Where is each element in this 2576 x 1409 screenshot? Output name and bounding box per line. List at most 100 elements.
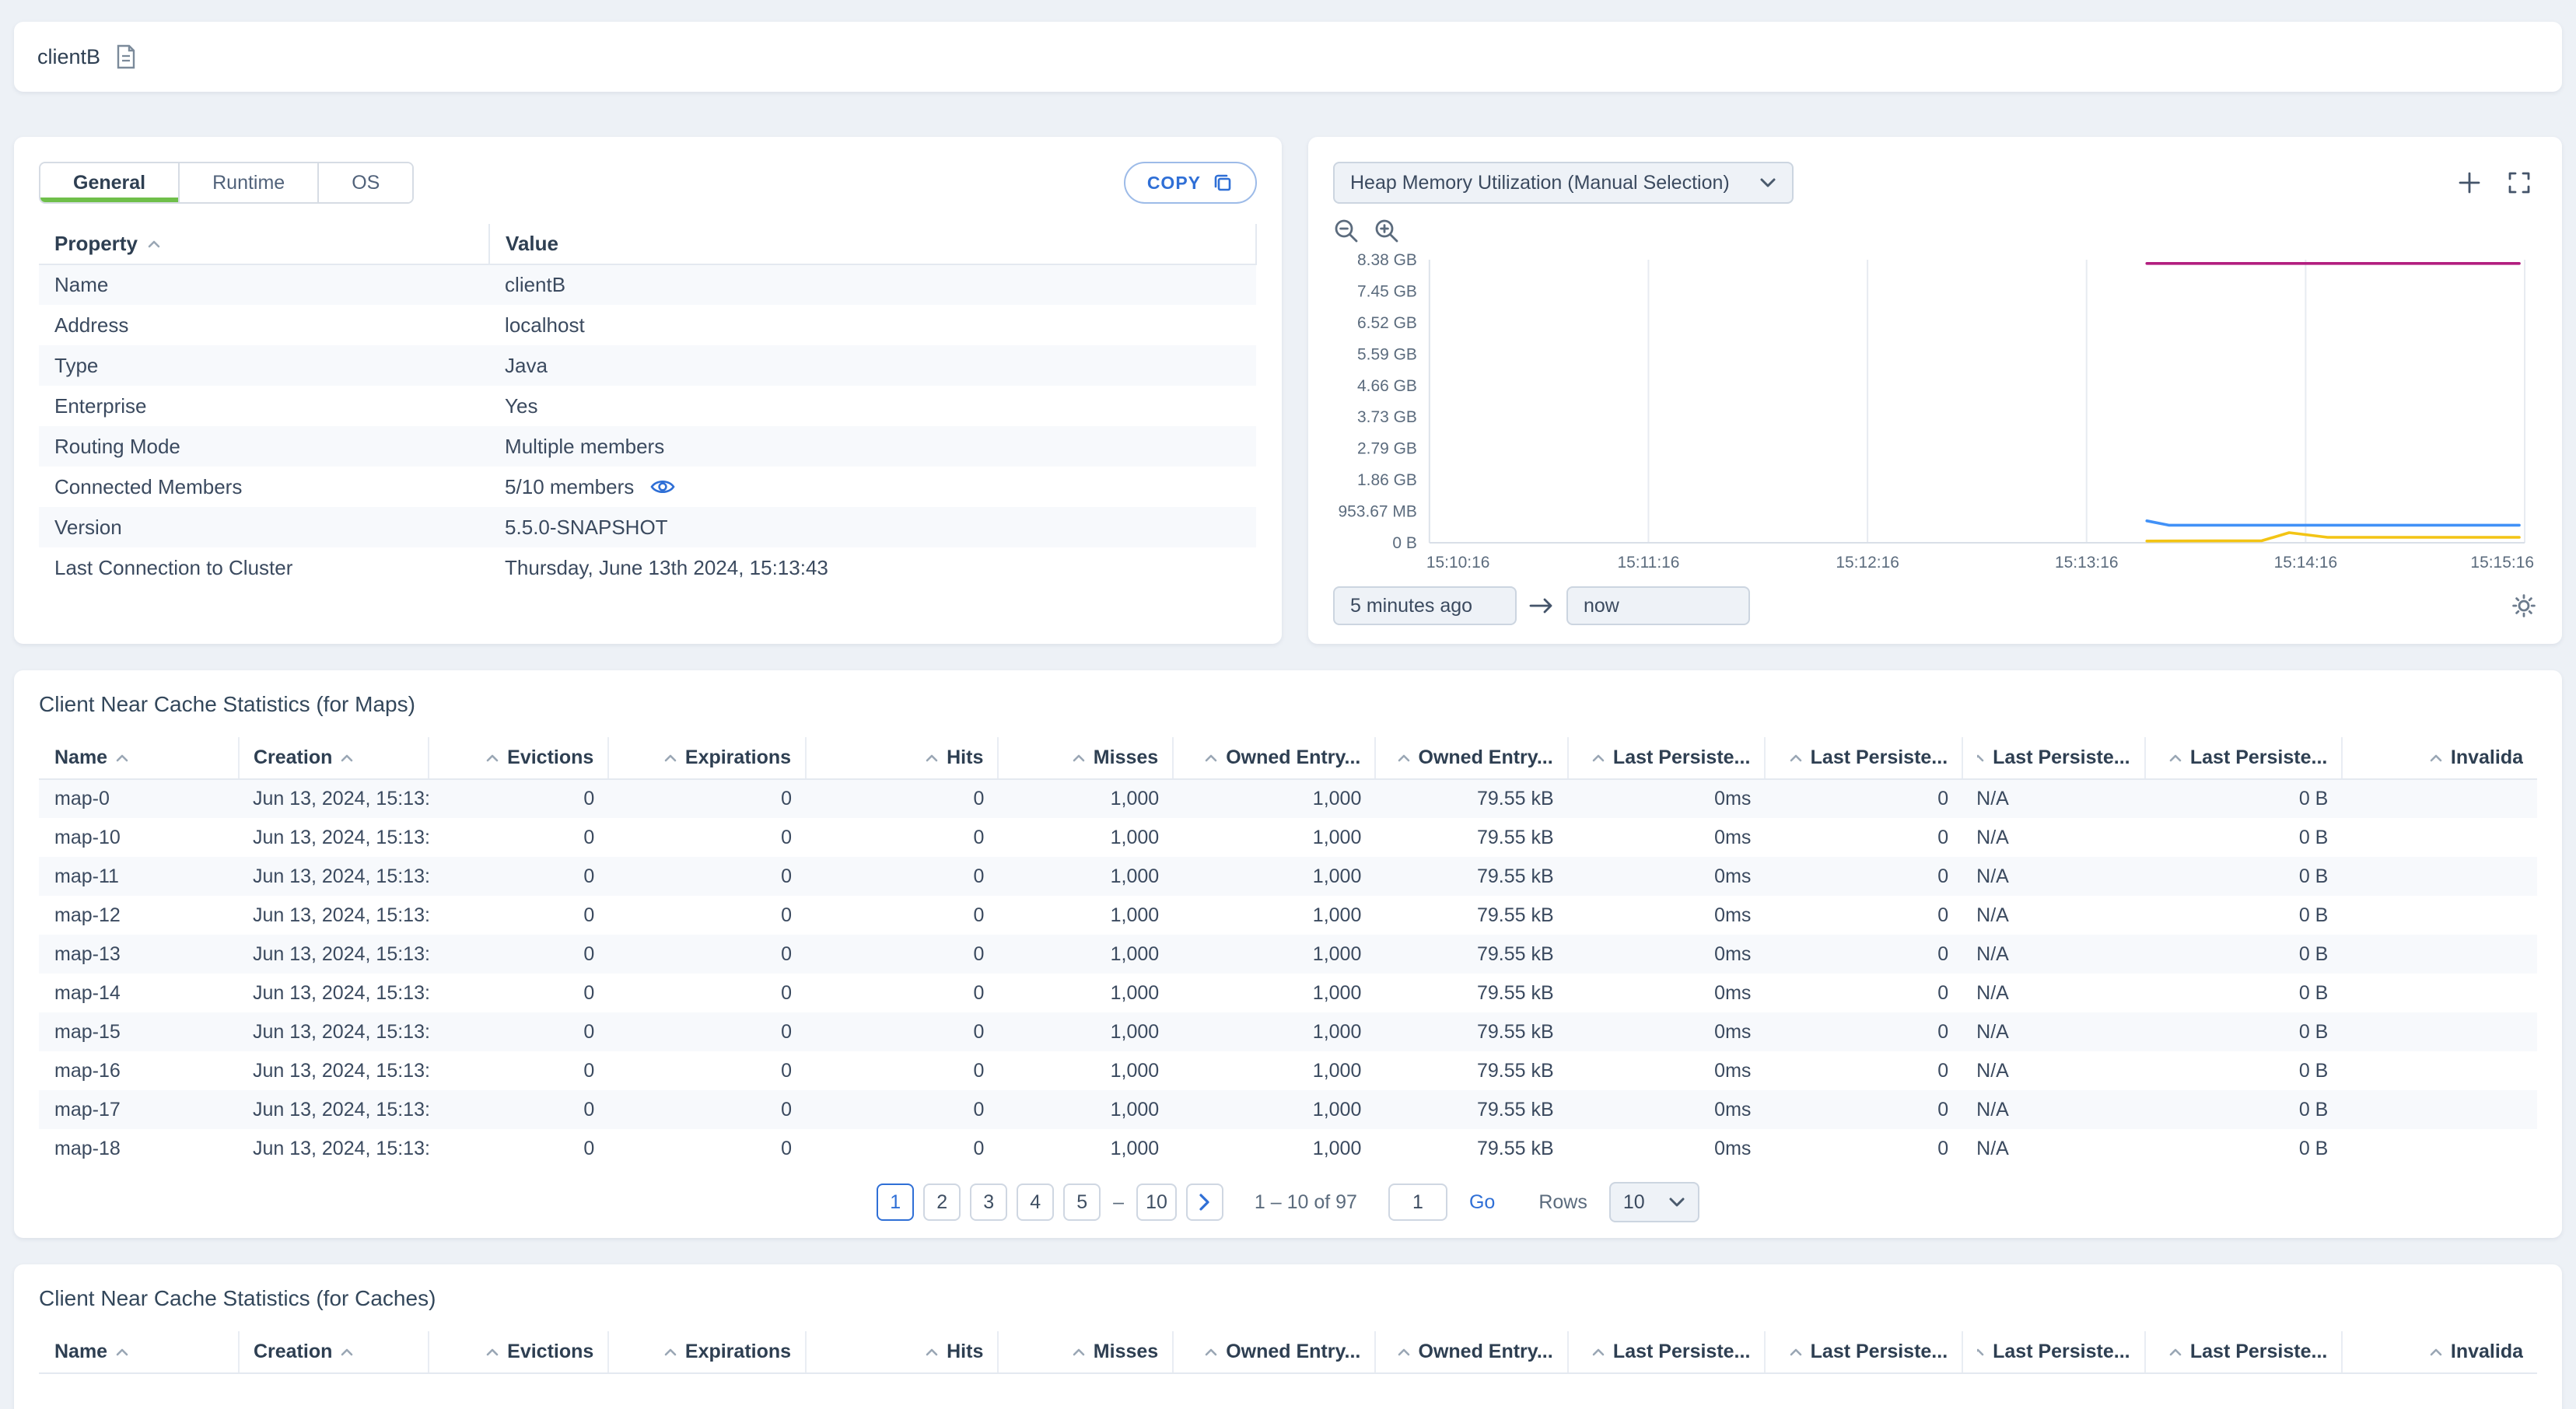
column-header-last-persiste-10[interactable]: Last Persiste... [1962,1331,2145,1374]
page-button-1[interactable]: 1 [877,1183,915,1221]
cell-evictions-2: 0 [583,788,595,809]
column-header-name-0[interactable]: Name [39,737,239,780]
metric-select[interactable]: Heap Memory Utilization (Manual Selectio… [1333,162,1794,204]
cell-owned-entry-7: 79.55 kB [1476,1137,1554,1159]
column-header-owned-entry-6[interactable]: Owned Entry... [1172,1331,1376,1374]
column-header-property[interactable]: Property [39,224,490,265]
property-row: Version 5.5.0-SNAPSHOT [39,507,1256,547]
cell-owned-entry-7: 79.55 kB [1476,1059,1554,1082]
copy-button[interactable]: COPY [1123,162,1257,204]
page-button-4[interactable]: 4 [1017,1183,1055,1221]
chart-panel: Heap Memory Utilization (Manual Selectio… [1308,137,2562,644]
info-panel-toolbar: General Runtime OS COPY [39,162,1257,204]
column-header-evictions-2[interactable]: Evictions [428,737,609,780]
next-page-button[interactable] [1185,1183,1223,1221]
column-header-creation-1[interactable]: Creation [237,737,429,780]
copy-icon [1212,172,1234,194]
fullscreen-icon[interactable] [2508,171,2531,194]
zoom-in-icon[interactable] [1374,218,1400,244]
tab-runtime[interactable]: Runtime [180,163,320,202]
page-button-10[interactable]: 10 [1136,1183,1177,1221]
cell-last-persiste-9: 0 [1937,904,1949,926]
cell-last-persiste-8: 0ms [1714,826,1752,848]
column-header-name-0[interactable]: Name [39,1331,239,1374]
goto-page-input[interactable] [1388,1183,1447,1221]
cell-last-persiste-9: 0 [1937,1059,1949,1082]
column-header-invalida-12[interactable]: Invalida [2341,737,2537,780]
heap-memory-chart[interactable]: 15:10:16 15:11:16 15:12:16 15:13:16 15:14:16… [1333,247,2537,577]
cell-last-persiste-10: N/A [1976,788,2009,809]
cell-last-persiste-9: 0 [1937,981,1949,1004]
page-button-2[interactable]: 2 [923,1183,961,1221]
gear-icon[interactable] [2511,593,2537,619]
tab-general[interactable]: General [40,163,180,202]
table-row: map-14 Jun 13, 2024, 15:13:45 0 0 0 1,000 1,00… [39,974,2537,1012]
cell-misses-5: 1,000 [1110,904,1160,926]
cell-misses-5: 1,000 [1110,1059,1160,1082]
column-header-invalida-12[interactable]: Invalida [2341,1331,2537,1374]
table-row: map-17 Jun 13, 2024, 15:13:45 0 0 0 1,000 1,00… [39,1090,2537,1129]
cell-invalida-12 [2342,1051,2537,1090]
cell-name-0: map-18 [54,1137,121,1159]
column-header-owned-entry-7[interactable]: Owned Entry... [1374,1331,1568,1374]
cell-name-0: map-10 [54,826,121,848]
time-from-input[interactable] [1333,586,1517,625]
cell-misses-5: 1,000 [1110,981,1160,1004]
rows-per-page-select[interactable]: 10 [1608,1182,1699,1222]
caches-stats-table: Name Creation Evictions Expirations Hits Miss… [39,1331,2537,1374]
sort-caret-icon [1789,753,1803,763]
zoom-out-icon[interactable] [1333,218,1360,244]
cell-owned-entry-6: 1,000 [1312,865,1362,887]
sort-caret-icon [147,239,161,249]
maps-section-title: Client Near Cache Statistics (for Maps) [39,692,415,716]
cell-invalida-12 [2342,1090,2537,1129]
pagination-ellipsis: – [1113,1190,1125,1213]
cell-last-persiste-8: 0ms [1714,904,1752,926]
cell-last-persiste-10: N/A [1976,826,2009,848]
document-icon[interactable] [114,44,138,70]
property-name: Version [54,515,122,539]
cell-expirations-3: 0 [781,1059,793,1082]
page-buttons: 1 2 3 4 5–10 [877,1183,1223,1221]
cell-expirations-3: 0 [781,1137,793,1159]
table-row: map-13 Jun 13, 2024, 15:13:45 0 0 0 1,000 1,00… [39,935,2537,974]
column-header-last-persiste-9[interactable]: Last Persiste... [1764,737,1963,780]
sort-caret-icon [1977,753,1985,763]
column-header-last-persiste-11[interactable]: Last Persiste... [2144,737,2343,780]
copy-button-label: COPY [1146,172,1201,193]
page-button-3[interactable]: 3 [970,1183,1008,1221]
sort-caret-icon [485,1348,499,1357]
cell-last-persiste-8: 0ms [1714,981,1752,1004]
column-header-last-persiste-8[interactable]: Last Persiste... [1566,737,1766,780]
column-header-last-persiste-10[interactable]: Last Persiste... [1962,737,2145,780]
column-header-last-persiste-8[interactable]: Last Persiste... [1566,1331,1766,1374]
eye-icon[interactable] [649,477,676,496]
cell-name-0: map-16 [54,1059,121,1082]
column-header-misses-5[interactable]: Misses [997,737,1174,780]
cell-hits-4: 0 [973,1137,985,1159]
column-header-hits-4[interactable]: Hits [805,737,999,780]
column-header-misses-5[interactable]: Misses [997,1331,1174,1374]
column-header-evictions-2[interactable]: Evictions [428,1331,609,1374]
page-button-5[interactable]: 5 [1063,1183,1101,1221]
column-header-last-persiste-9[interactable]: Last Persiste... [1764,1331,1963,1374]
maps-stats-section: Client Near Cache Statistics (for Maps) … [14,670,2562,1238]
column-header-hits-4[interactable]: Hits [805,1331,999,1374]
column-header-owned-entry-6[interactable]: Owned Entry... [1172,737,1376,780]
go-button[interactable]: Go [1469,1191,1495,1214]
column-header-expirations-3[interactable]: Expirations [607,1331,807,1374]
svg-text:15:12:16: 15:12:16 [1836,554,1899,572]
property-value: Multiple members [505,434,665,458]
svg-text:15:14:16: 15:14:16 [2274,554,2338,572]
property-value: localhost [505,313,585,337]
cell-owned-entry-6: 1,000 [1312,788,1362,809]
svg-text:5.59 GB: 5.59 GB [1357,345,1417,363]
tab-os[interactable]: OS [319,163,413,202]
column-header-owned-entry-7[interactable]: Owned Entry... [1374,737,1568,780]
plus-icon[interactable] [2458,171,2481,194]
cell-invalida-12 [2342,896,2537,935]
column-header-last-persiste-11[interactable]: Last Persiste... [2144,1331,2343,1374]
column-header-expirations-3[interactable]: Expirations [607,737,807,780]
time-to-input[interactable] [1566,586,1750,625]
column-header-creation-1[interactable]: Creation [237,1331,429,1374]
